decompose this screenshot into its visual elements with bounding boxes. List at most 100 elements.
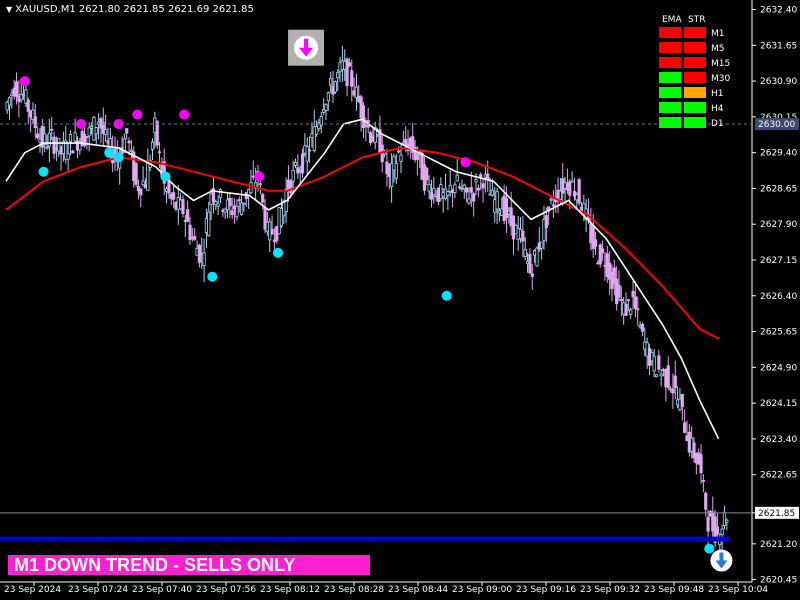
candle-body [654,374,659,378]
swing-high-marker [132,109,143,120]
candle-body [425,167,429,181]
candle-body [427,183,431,192]
y-tick-label: 2627.90 [760,220,797,230]
swing-low-marker [38,166,49,177]
candle-body [68,133,73,143]
candle-body [629,309,633,315]
candle-body [141,180,145,186]
x-tick-label: 23 Sep 08:12 [260,585,320,595]
slow-ema-line [5,146,720,340]
candle-body [242,202,246,205]
candle-body [139,188,143,196]
candle-body [155,121,159,146]
candle-body [307,149,312,152]
candle-body [568,181,572,196]
ema-cell [659,117,681,128]
candle-body [289,180,293,194]
candle-body [14,81,19,97]
candle-body [706,516,710,532]
candle-body [230,210,234,216]
x-tick-label: 23 Sep 09:48 [644,585,704,595]
candle-body [202,252,206,266]
x-tick-label: 23 Sep 08:44 [388,585,448,595]
candle-body [186,209,190,222]
candle-body [535,247,539,267]
str-cell [684,72,706,83]
candle-body [300,153,305,174]
x-tick-label: 23 Sep 2024 [4,585,61,595]
candle-body [50,128,54,131]
candle-body [45,146,49,149]
str-cell [684,87,706,98]
candle-body [666,365,670,388]
time-axis: 23 Sep 2024 23 Sep 07:24 23 Sep 07:40 23 Se… [4,582,768,595]
candle-body [657,355,661,370]
candle-body [235,206,239,218]
candle-body [486,173,490,180]
candle-body [598,244,602,265]
candle-body [108,138,112,148]
timeframe-label: D1 [711,119,724,129]
swing-high-marker [460,157,471,168]
candle-body [172,192,176,200]
candle-body [540,241,544,249]
candle-body [150,141,155,150]
candle-body [324,104,328,111]
candle-body [66,153,70,160]
y-tick-label: 2629.40 [760,149,797,159]
y-tick-label: 2625.65 [760,328,797,338]
candle-body [457,186,462,189]
candle-body [216,203,220,207]
candle-body [26,99,30,112]
ema-cell [659,57,681,68]
candle-body [446,191,450,196]
y-tick-label: 2624.15 [760,399,797,409]
ema-cell [659,27,681,38]
candle-body [71,150,75,154]
candle-body [47,132,51,147]
candle-body [7,97,12,106]
candle-body [399,154,403,162]
x-tick-label: 23 Sep 09:00 [452,585,512,595]
candle-body [73,132,77,142]
candle-body [85,136,89,138]
candle-body [129,149,134,152]
dashed-level-tag-label: 2630.00 [758,120,795,130]
candle-body [465,187,469,193]
y-tick-label: 2630.90 [760,77,797,87]
candle-body [218,189,223,198]
candle-body [270,228,274,235]
candle-body [104,129,108,135]
x-tick-label: 23 Sep 07:56 [196,585,256,595]
ema-cell [659,102,681,113]
x-tick-label: 23 Sep 08:28 [324,585,384,595]
candle-body [350,70,354,87]
candle-body [326,92,330,102]
candle-body [467,198,471,204]
y-tick-label: 2631.65 [760,41,797,51]
candle-body [722,512,727,526]
candle-body [544,215,548,229]
timeframe-label: H4 [711,104,724,114]
candle-body [347,62,352,67]
swing-low-marker [113,152,124,163]
swing-high-marker [254,171,265,182]
timeframe-label: M5 [711,44,725,54]
str-cell [684,57,706,68]
swing-low-marker [104,147,115,158]
str-cell [684,27,706,38]
candle-body [237,199,241,202]
panel-header-str: STR [688,15,705,25]
candle-body [33,116,37,128]
candle-body [528,253,532,274]
candle-body [699,454,703,473]
candle-body [551,204,555,207]
candle-body [181,199,185,215]
candle-body [94,127,98,135]
y-tick-label: 2632.40 [760,6,797,16]
strength-panel: EMA STR M1 M5 M15 M30 H1 H4 D1 [659,15,730,129]
price-chart[interactable]: 2632.402631.652630.902630.152629.402628.… [0,0,800,600]
candle-body [600,248,605,253]
x-tick-label: 23 Sep 10:04 [708,585,768,595]
candle-body [476,187,480,191]
